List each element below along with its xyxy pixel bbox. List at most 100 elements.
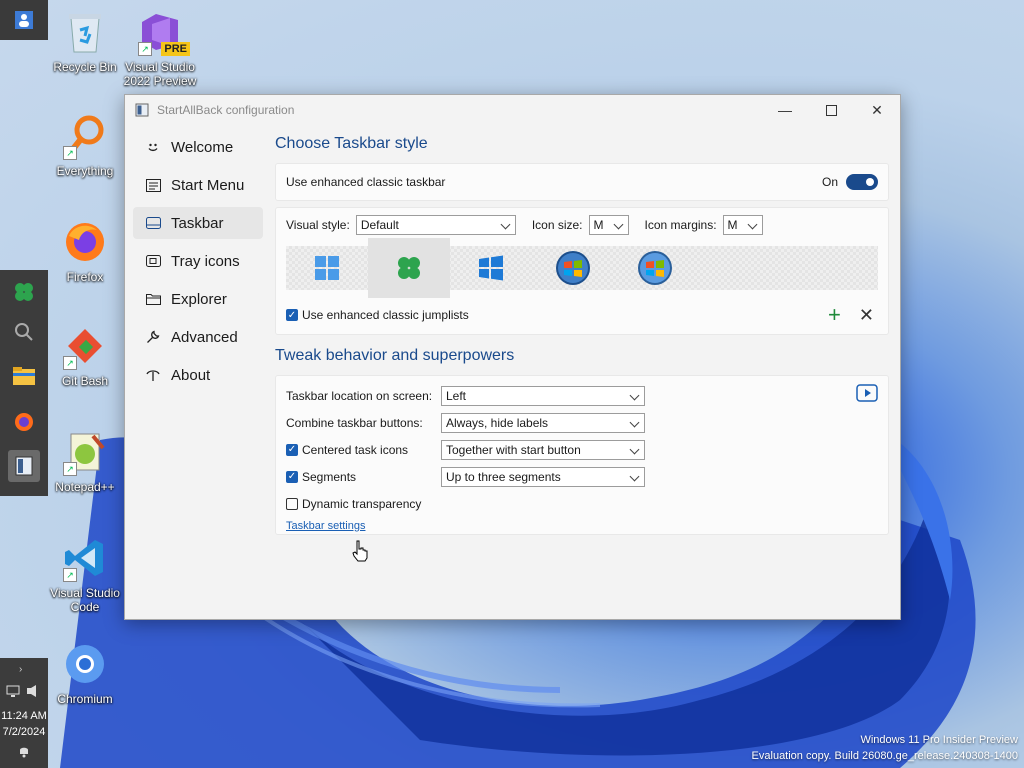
style-option-win7[interactable]	[532, 238, 614, 298]
visual-style-select[interactable]: Default	[355, 215, 516, 235]
style-option-vista[interactable]	[614, 238, 696, 298]
nav-item-tray-icons[interactable]: Tray icons	[133, 245, 263, 277]
jumplists-label: Use enhanced classic jumplists	[302, 308, 469, 322]
content-pane: Choose Taskbar style Use enhanced classi…	[275, 125, 889, 535]
tray-expand-icon[interactable]: ›	[19, 664, 22, 675]
folder-icon	[145, 291, 161, 307]
search-icon[interactable]	[8, 316, 40, 348]
taskbar-pinned	[0, 270, 48, 496]
icon-margins-select[interactable]: M	[722, 215, 763, 235]
recycle-bin-icon	[61, 8, 109, 56]
clover-logo-icon	[398, 257, 420, 279]
close-button[interactable]: ✕	[854, 95, 900, 125]
start-clover-icon[interactable]	[8, 276, 40, 308]
desktop-icon-visual-studio[interactable]: ↗ PRE Visual Studio 2022 Preview	[122, 8, 198, 88]
combine-value: Always, hide labels	[446, 415, 549, 430]
desktop-icon-chromium[interactable]: Chromium	[47, 640, 123, 706]
git-bash-icon: ↗	[61, 322, 109, 370]
chevron-down-icon	[629, 417, 640, 427]
location-select[interactable]: Left	[441, 385, 645, 406]
nav-item-about[interactable]: About	[133, 359, 263, 391]
centered-icons-checkbox[interactable]: ✓	[286, 443, 298, 456]
taskbar-top	[0, 0, 48, 40]
title-bar[interactable]: StartAllBack configuration — ✕	[125, 95, 900, 125]
clock-date[interactable]: 7/2/2024	[0, 726, 48, 738]
desktop-icon-notepad-plus-plus[interactable]: ↗ Notepad++	[47, 428, 123, 494]
dynamic-transparency-checkbox[interactable]	[286, 497, 298, 510]
location-value: Left	[446, 388, 467, 403]
enhanced-taskbar-label: Use enhanced classic taskbar	[286, 175, 446, 189]
minimize-icon: —	[778, 102, 792, 118]
remove-style-button[interactable]: ✕	[859, 305, 874, 326]
shortcut-arrow-icon: ↗	[138, 42, 152, 56]
centered-icons-value: Together with start button	[446, 442, 581, 457]
windows7-orb-icon	[556, 251, 590, 285]
nav-item-welcome[interactable]: Welcome	[133, 131, 263, 163]
windows-vista-orb-icon	[638, 251, 672, 285]
desktop-icon-recycle-bin[interactable]: Recycle Bin	[47, 8, 123, 74]
close-icon: ✕	[871, 101, 883, 118]
desktop-icon-label: Notepad++	[55, 480, 115, 494]
user-icon[interactable]	[8, 4, 40, 36]
add-style-button[interactable]: +	[828, 304, 841, 326]
nav-item-start-menu[interactable]: Start Menu	[133, 169, 263, 201]
file-explorer-icon[interactable]	[8, 360, 40, 392]
startallback-taskbar-icon[interactable]	[8, 450, 40, 482]
preview-badge: PRE	[161, 42, 190, 56]
enhanced-taskbar-state: On	[821, 175, 838, 189]
network-icon[interactable]	[6, 684, 20, 698]
shortcut-arrow-icon: ↗	[63, 568, 77, 582]
desktop-icon-vscode[interactable]: ↗ Visual Studio Code	[47, 534, 123, 614]
jumplists-checkbox[interactable]: ✓	[286, 309, 298, 321]
watermark-line1: Windows 11 Pro Insider Preview	[860, 734, 1018, 746]
maximize-button[interactable]	[808, 95, 854, 125]
taskbar-settings-link[interactable]: Taskbar settings	[286, 520, 365, 532]
hand-cursor-icon	[352, 540, 368, 562]
location-label: Taskbar location on screen:	[286, 388, 433, 403]
enhanced-taskbar-card: Use enhanced classic taskbar On	[275, 163, 889, 201]
behavior-card: Taskbar location on screen: Left Combine…	[275, 375, 889, 535]
windows10-logo-icon	[479, 255, 503, 281]
shortcut-arrow-icon: ↗	[63, 356, 77, 370]
video-tutorial-button[interactable]	[856, 384, 878, 405]
tray-icons[interactable]	[6, 684, 40, 698]
taskbar-tray: › 11:24 AM 7/2/2024	[0, 658, 48, 768]
close-x-icon: ✕	[858, 304, 874, 325]
segments-select[interactable]: Up to three segments	[441, 466, 645, 487]
notification-bell-icon[interactable]	[17, 744, 31, 761]
centered-icons-select[interactable]: Together with start button	[441, 439, 645, 460]
desktop-icon-label: Recycle Bin	[53, 60, 117, 74]
plus-icon: +	[828, 302, 841, 327]
start-menu-icon	[145, 177, 161, 193]
volume-icon[interactable]	[26, 684, 40, 698]
chevron-down-icon	[629, 444, 640, 454]
dynamic-transparency-label: Dynamic transparency	[302, 496, 422, 511]
desktop-icon-label: Visual Studio 2022 Preview	[123, 60, 197, 88]
icon-size-select[interactable]: M	[588, 215, 629, 235]
style-option-win10[interactable]	[450, 238, 532, 298]
desktop-icon-git-bash[interactable]: ↗ Git Bash	[47, 322, 123, 388]
smiley-icon	[145, 139, 161, 155]
clock-time[interactable]: 11:24 AM	[0, 710, 48, 722]
notepad-plus-plus-icon: ↗	[61, 428, 109, 476]
desktop-icon-everything[interactable]: ↗ Everything	[47, 112, 123, 178]
nav-label: Welcome	[171, 138, 234, 156]
style-option-clover[interactable]	[368, 238, 450, 298]
visual-style-label: Visual style:	[286, 218, 350, 232]
segments-checkbox[interactable]: ✓	[286, 470, 298, 483]
style-option-win11[interactable]	[286, 238, 368, 298]
shortcut-arrow-icon: ↗	[63, 462, 77, 476]
section-title-tweak-behavior: Tweak behavior and superpowers	[275, 347, 515, 364]
minimize-button[interactable]: —	[762, 95, 808, 125]
sidebar-nav: Welcome Start Menu Taskbar Tray icons Ex…	[133, 131, 263, 397]
nav-item-advanced[interactable]: Advanced	[133, 321, 263, 353]
enhanced-taskbar-toggle[interactable]	[846, 174, 878, 190]
combine-select[interactable]: Always, hide labels	[441, 412, 645, 433]
desktop-icon-label: Everything	[56, 164, 114, 178]
desktop-icon-firefox[interactable]: Firefox	[47, 218, 123, 284]
nav-item-taskbar[interactable]: Taskbar	[133, 207, 263, 239]
section-title-taskbar-style: Choose Taskbar style	[275, 135, 428, 152]
nav-label: Explorer	[171, 290, 227, 308]
firefox-taskbar-icon[interactable]	[8, 406, 40, 438]
nav-item-explorer[interactable]: Explorer	[133, 283, 263, 315]
